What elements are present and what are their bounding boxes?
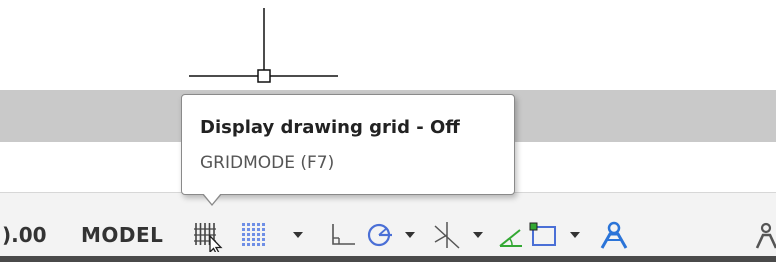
isodraft-icon[interactable] [430,218,464,252]
snap-dropdown-icon[interactable] [288,218,308,252]
tooltip-arrow-fill [203,193,221,204]
model-space-canvas[interactable] [0,0,776,90]
isodraft-dropdown-icon[interactable] [468,218,488,252]
object-snap-dropdown-icon[interactable] [565,218,585,252]
status-bar-border [0,256,776,262]
grid-tooltip: Display drawing grid - Off GRIDMODE (F7) [181,94,515,206]
tooltip-title: Display drawing grid - Off [200,117,460,138]
ortho-mode-icon[interactable] [327,218,361,252]
polar-dropdown-icon[interactable] [400,218,420,252]
crosshair-cursor [189,8,338,83]
tooltip-command: GRIDMODE (F7) [200,153,335,173]
object-snap-tracking-icon[interactable] [494,218,528,252]
annotation-scale-icon[interactable] [754,218,776,252]
snap-mode-icon[interactable] [237,218,271,252]
status-bar: ).00 MODEL [0,192,776,262]
object-snap-icon[interactable] [527,218,561,252]
annotation-visibility-icon[interactable] [597,218,631,252]
coordinate-readout[interactable]: ).00 [2,223,47,247]
polar-tracking-icon[interactable] [362,218,396,252]
grid-display-icon[interactable] [192,218,226,252]
model-space-toggle[interactable]: MODEL [81,223,163,247]
